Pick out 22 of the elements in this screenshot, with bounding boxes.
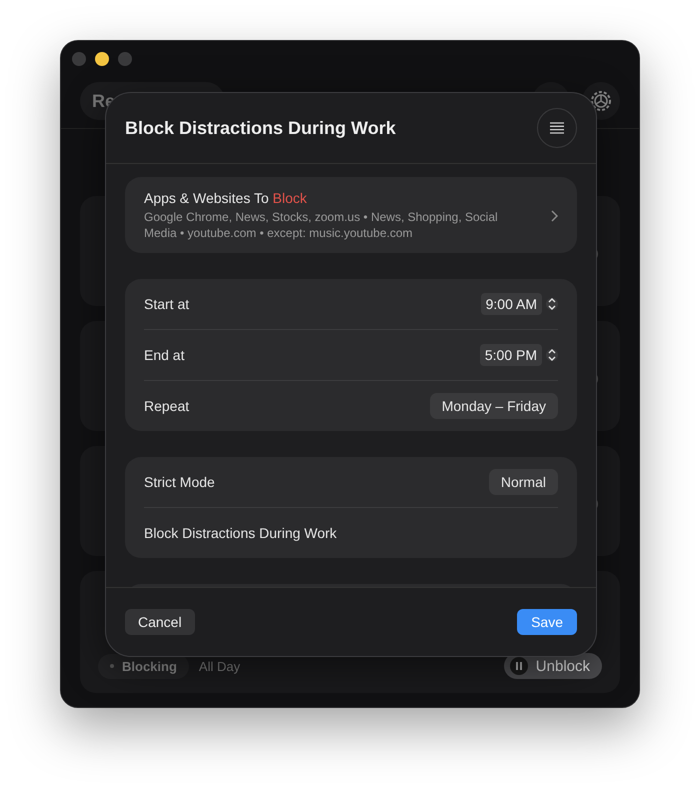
menu-button[interactable]	[537, 108, 577, 148]
blocklist-summary: Google Chrome, News, Stocks, zoom.us • News, Shopping, Social Media • youtube.com • except: music.youtube.com	[144, 209, 499, 241]
chevron-right-icon	[551, 210, 558, 222]
select-button[interactable]: Normal	[488, 469, 558, 495]
time-field[interactable]: 5:00 PM	[480, 344, 542, 366]
select-button[interactable]: Monday – Friday	[430, 393, 558, 419]
row-label: End at	[144, 347, 186, 363]
blocklist-title: Apps & Websites To Block	[144, 190, 308, 206]
blocklist-row[interactable]: Apps & Websites To Block Google Chrome, News, Stocks, zoom.us • News, Shopping, Social Media • youtube.com • except: music.youtube.com	[125, 177, 577, 253]
row-label: Block Distractions During Work	[144, 525, 338, 541]
row-label: Repeat	[144, 398, 190, 414]
sheet-title: Block Distractions During Work	[125, 118, 397, 138]
cancel-button[interactable]: Cancel	[125, 609, 195, 635]
schedule-text: All Day	[198, 658, 240, 674]
row-label: Start at	[144, 296, 190, 312]
time-field[interactable]: 9:00 AM	[480, 293, 542, 315]
menu-icon	[550, 122, 564, 134]
window-control-dot[interactable]	[118, 52, 132, 66]
window-control-dot[interactable]	[95, 52, 109, 66]
window-control-dot[interactable]	[72, 52, 86, 66]
row-label: Strict Mode	[144, 474, 216, 490]
pause-icon	[516, 662, 522, 670]
